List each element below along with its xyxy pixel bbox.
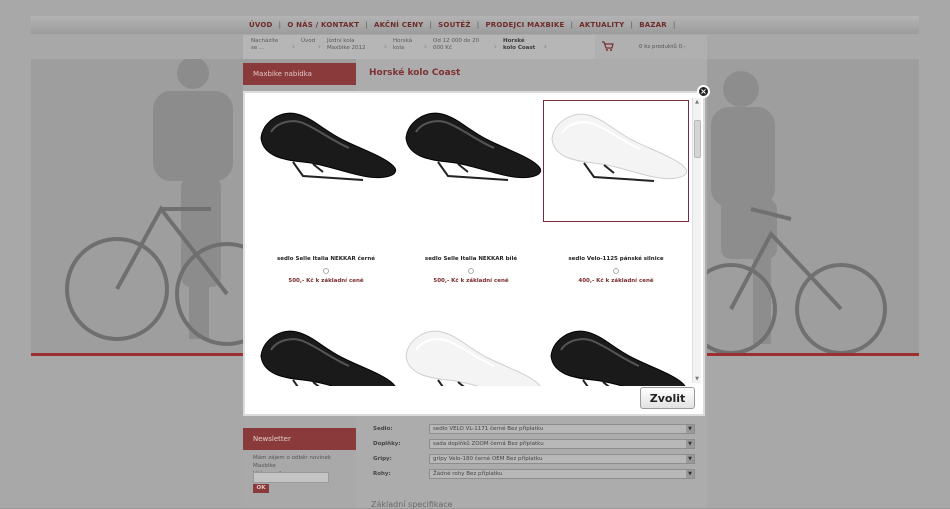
option-label: Doplňky: xyxy=(373,441,401,447)
modal-scrollbar[interactable]: ▲ ▼ xyxy=(692,98,701,383)
breadcrumb-item[interactable]: Horská kola xyxy=(385,35,427,59)
scroll-thumb[interactable] xyxy=(694,120,701,158)
product-image[interactable] xyxy=(398,318,544,386)
breadcrumb: Nacházíte se ...ÚvodJízdní kola Maxbike … xyxy=(243,35,595,59)
product-card[interactable] xyxy=(398,318,544,386)
option-row: Doplňky: sada doplňků ZOOM černá Bez příp… xyxy=(371,437,697,452)
breadcrumb-item: Nacházíte se ... xyxy=(243,35,295,59)
cart-box[interactable]: 0 ks produktů 0,- xyxy=(595,35,707,59)
option-select[interactable]: Žádné rohy Bez příplatku ▼ xyxy=(429,469,695,479)
cart-icon[interactable] xyxy=(601,39,615,53)
product-card[interactable]: sedlo Velo-1125 pánské silnice 400,- Kč k… xyxy=(543,100,689,300)
choose-button[interactable]: Zvolit xyxy=(640,387,695,409)
nav-item[interactable]: AKTUALITY xyxy=(573,21,630,29)
chevron-down-icon[interactable]: ▼ xyxy=(686,470,694,478)
scroll-down-icon[interactable]: ▼ xyxy=(693,375,701,383)
product-image[interactable] xyxy=(253,100,399,222)
product-image[interactable] xyxy=(543,318,689,386)
product-card[interactable] xyxy=(543,318,689,386)
product-image[interactable] xyxy=(398,100,544,222)
price-icon xyxy=(323,268,329,274)
newsletter-title: Newsletter xyxy=(243,428,356,450)
saddle-image xyxy=(405,112,542,181)
product-name: sedlo Velo-1125 pánské silnice xyxy=(568,256,664,262)
option-label: Rohy: xyxy=(373,471,391,477)
breadcrumb-item[interactable]: Úvod xyxy=(293,35,321,59)
option-row: Sedlo: sedlo VELO VL-1171 černé Bez přípl… xyxy=(371,422,697,437)
option-select[interactable]: gripy Velo-180 černé OEM Bez příplatku ▼ xyxy=(429,454,695,464)
newsletter-description: Mám zájem o odběr novinek Maxbike xyxy=(253,455,332,469)
product-options: Sedlo: sedlo VELO VL-1171 černé Bez přípl… xyxy=(371,422,697,482)
sidebar-menu-title: Maxbike nabídka xyxy=(243,63,356,85)
product-price: 500,- Kč k základní ceně xyxy=(288,278,364,284)
product-image[interactable] xyxy=(543,100,689,222)
product-grid: sedlo Selle Italia NEKKAR černé 500,- Kč … xyxy=(247,96,692,386)
nav-item[interactable]: SOUTĚŽ xyxy=(432,21,477,29)
nav-item[interactable]: AKČNÍ CENY xyxy=(368,21,429,29)
main-navigation: ÚVOD | O NÁS / KONTAKT | AKČNÍ CENY | SOUTĚŽ | P… xyxy=(243,16,707,34)
breadcrumb-item: Horské kolo Coast xyxy=(495,35,547,59)
product-price: 400,- Kč k základní ceně xyxy=(578,278,654,284)
newsletter-email-input[interactable] xyxy=(253,472,329,483)
nav-item[interactable]: O NÁS / KONTAKT xyxy=(281,21,365,29)
option-select[interactable]: sada doplňků ZOOM černá Bez příplatku ▼ xyxy=(429,439,695,449)
saddle-image xyxy=(551,113,688,182)
saddle-image xyxy=(260,330,396,386)
nav-item[interactable]: BAZAR xyxy=(633,21,673,29)
chevron-down-icon[interactable]: ▼ xyxy=(686,440,694,448)
product-name: sedlo Selle Italia NEKKAR bílé xyxy=(424,256,518,262)
scroll-up-icon[interactable]: ▲ xyxy=(693,98,701,106)
product-card[interactable]: sedlo Selle Italia NEKKAR černé 500,- Kč … xyxy=(253,100,399,300)
option-value: Žádné rohy Bez příplatku xyxy=(433,471,503,477)
chevron-down-icon[interactable]: ▼ xyxy=(686,455,694,463)
saddle-image xyxy=(405,330,541,386)
product-image[interactable] xyxy=(253,318,399,386)
close-icon[interactable]: × xyxy=(697,85,710,98)
product-card[interactable]: sedlo Selle Italia NEKKAR bílé 500,- Kč k… xyxy=(398,100,544,300)
page-title: Horské kolo Coast xyxy=(369,68,461,78)
option-label: Sedlo: xyxy=(373,426,393,432)
option-row: Gripy: gripy Velo-180 černé OEM Bez přípl… xyxy=(371,452,697,467)
saddle-image xyxy=(260,112,397,181)
nav-item[interactable]: PRODEJCI MAXBIKE xyxy=(479,21,570,29)
cart-summary: 0 ks produktů 0,- xyxy=(639,44,686,50)
product-name: sedlo Selle Italia NEKKAR černé xyxy=(276,256,376,262)
option-value: sedlo VELO VL-1171 černé Bez příplatku xyxy=(433,426,544,432)
price-icon xyxy=(468,268,474,274)
breadcrumb-item[interactable]: Jízdní kola Maxbike 2012 xyxy=(319,35,387,59)
saddle-image xyxy=(550,330,686,386)
option-value: gripy Velo-180 černé OEM Bez příplatku xyxy=(433,456,543,462)
chevron-down-icon[interactable]: ▼ xyxy=(686,425,694,433)
product-card[interactable] xyxy=(253,318,399,386)
option-row: Rohy: Žádné rohy Bez příplatku ▼ xyxy=(371,467,697,482)
option-select[interactable]: sedlo VELO VL-1171 černé Bez příplatku ▼ xyxy=(429,424,695,434)
product-price: 500,- Kč k základní ceně xyxy=(433,278,509,284)
newsletter-ok-button[interactable]: OK xyxy=(253,484,269,493)
option-label: Gripy: xyxy=(373,456,392,462)
nav-item[interactable]: ÚVOD xyxy=(243,21,279,29)
price-icon xyxy=(613,268,619,274)
option-value: sada doplňků ZOOM černá Bez příplatku xyxy=(433,441,544,447)
nav-separator: | xyxy=(672,21,676,29)
breadcrumb-item[interactable]: Od 12 000 do 20 000 Kč xyxy=(425,35,497,59)
